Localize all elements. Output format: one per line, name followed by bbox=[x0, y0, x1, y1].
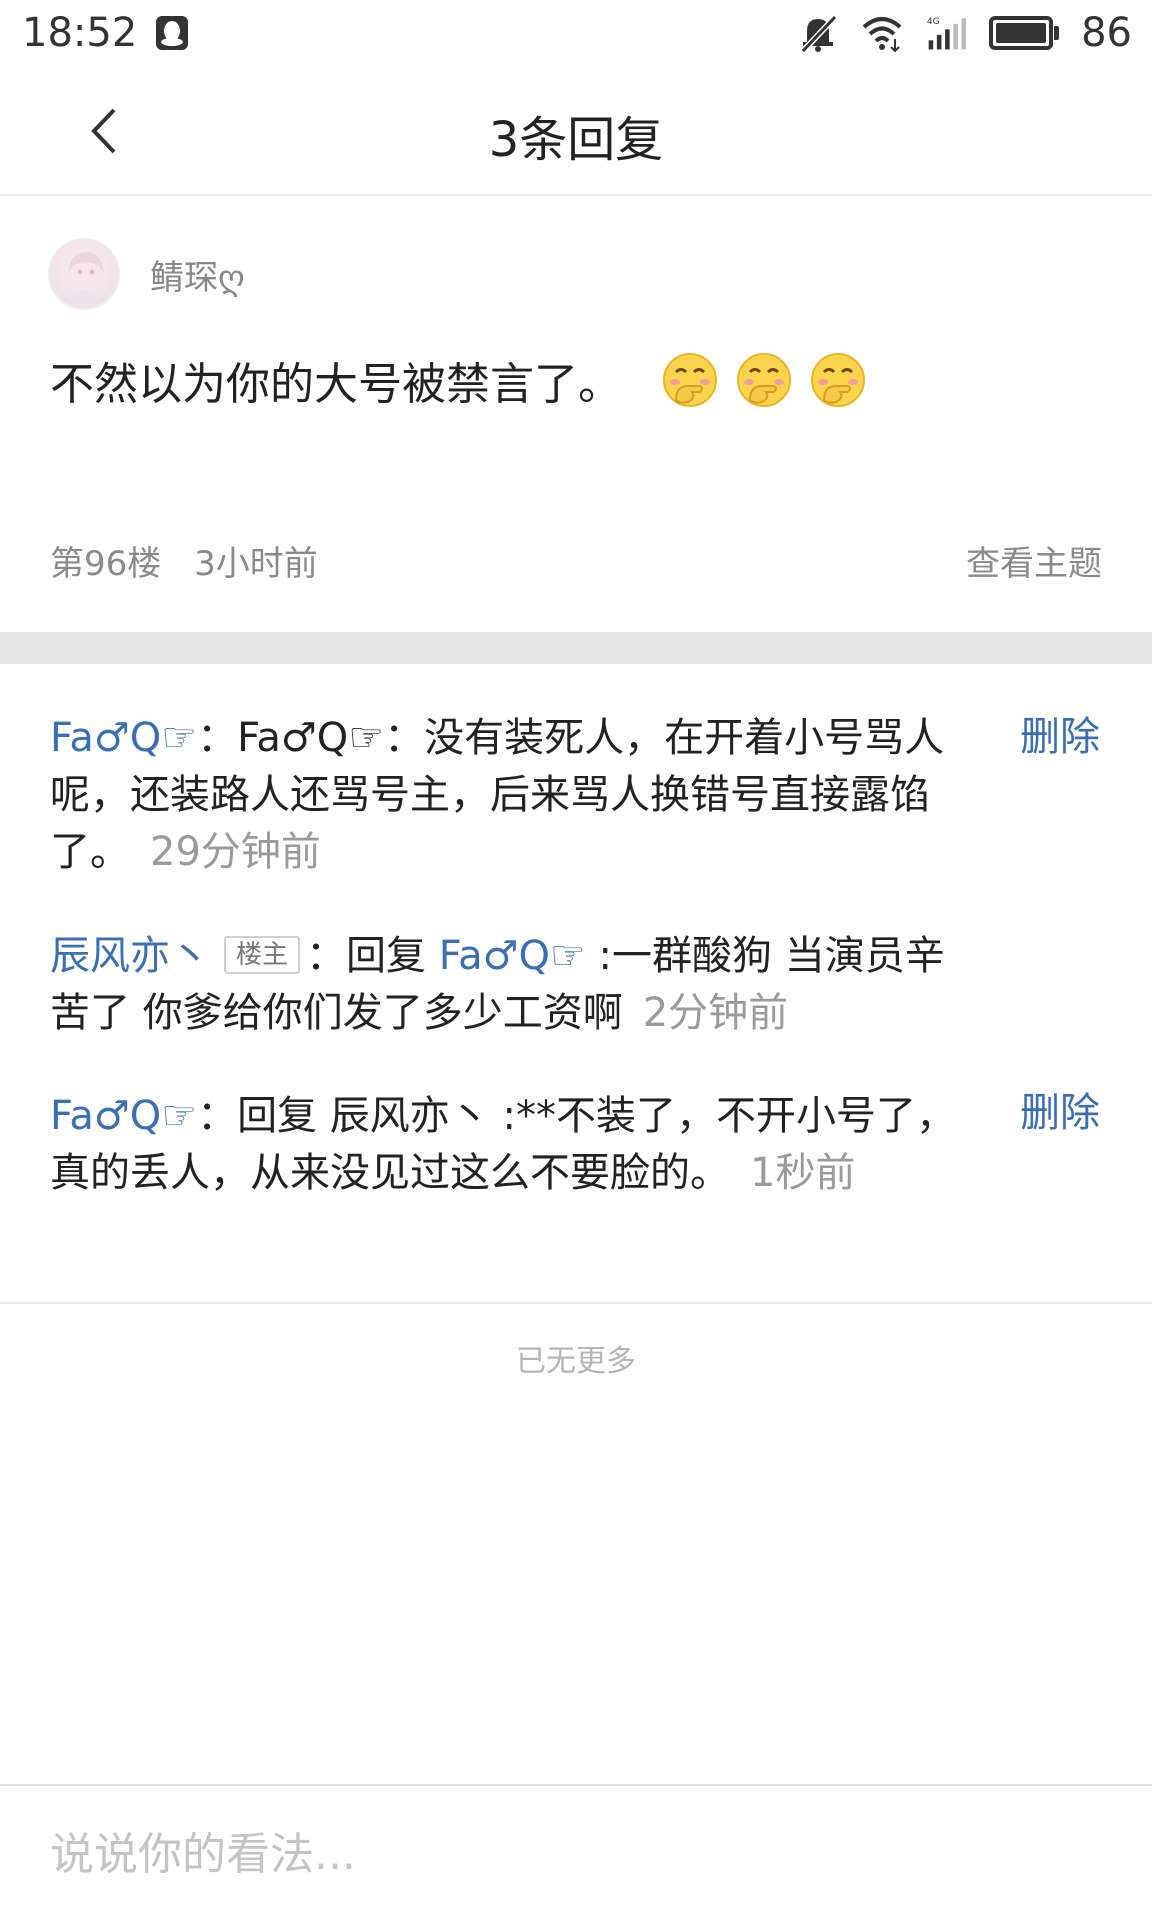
reply-separator: ： bbox=[197, 715, 238, 761]
reply-username[interactable]: 辰风亦丶 bbox=[50, 933, 210, 979]
battery-icon bbox=[989, 16, 1060, 50]
comment-bar: 说说你的看法... bbox=[0, 1784, 1152, 1920]
post-text: 不然以为你的大号被禁言了。 bbox=[50, 359, 622, 410]
reply-time: 1秒前 bbox=[750, 1150, 856, 1196]
post-meta: 第96楼 3小时前 bbox=[50, 536, 318, 585]
reply-time: 29分钟前 bbox=[150, 829, 321, 875]
qq-icon bbox=[156, 16, 189, 50]
post-content: 不然以为你的大号被禁言了。 bbox=[50, 348, 866, 412]
avatar-image bbox=[68, 252, 104, 308]
original-post: 鲭琛ღ 不然以为你的大号被禁言了。 第96楼 3小时前 查看主题 bbox=[0, 198, 1152, 632]
page-title: 3条回复 bbox=[488, 112, 664, 168]
view-topic-link[interactable]: 查看主题 bbox=[966, 536, 1102, 585]
reply-item[interactable]: 辰风亦丶 楼主 ：回复 Fa♂Q☞ :一群酸狗 当演员辛苦了 你爹给你们发了多少工资… bbox=[50, 928, 970, 1042]
emoji-row bbox=[662, 352, 866, 408]
battery-level: 86 bbox=[1081, 10, 1132, 56]
reply-time: 2分钟前 bbox=[642, 990, 789, 1036]
section-divider bbox=[0, 632, 1152, 664]
cover-mouth-emoji-icon bbox=[663, 353, 717, 407]
reply-separator: ： bbox=[197, 1093, 238, 1139]
post-floor: 第96楼 bbox=[50, 544, 162, 584]
post-author[interactable]: 鲭琛ღ bbox=[150, 250, 245, 299]
list-end-divider bbox=[0, 1302, 1152, 1304]
status-time: 18:52 bbox=[22, 10, 138, 56]
status-bar-left: 18:52 bbox=[22, 10, 189, 56]
signal-4g-icon: 4G bbox=[927, 17, 967, 50]
post-time: 3小时前 bbox=[194, 544, 318, 584]
reply-username[interactable]: Fa♂Q☞ bbox=[50, 715, 197, 761]
wifi-icon bbox=[862, 17, 902, 53]
reply-prefix: 回复 bbox=[346, 933, 439, 979]
nav-bar: 3条回复 bbox=[0, 66, 1152, 196]
delete-button[interactable]: 删除 bbox=[1020, 1080, 1100, 1138]
no-more-text: 已无更多 bbox=[516, 1344, 636, 1379]
mute-icon bbox=[800, 14, 838, 53]
comment-input[interactable]: 说说你的看法... bbox=[50, 1818, 356, 1882]
cover-mouth-emoji-icon bbox=[811, 353, 865, 407]
reply-item[interactable]: Fa♂Q☞：回复 辰风亦丶 :**不装了，不开小号了，真的丢人，从来没见过这么不… bbox=[50, 1088, 970, 1202]
reply-to-username[interactable]: Fa♂Q☞ bbox=[439, 933, 586, 979]
owner-badge: 楼主 bbox=[224, 936, 301, 974]
status-bar: 18:52 4G 86 bbox=[0, 0, 1152, 66]
delete-button[interactable]: 删除 bbox=[1020, 704, 1100, 762]
avatar[interactable] bbox=[48, 238, 120, 310]
reply-separator: ： bbox=[306, 933, 347, 979]
reply-item[interactable]: Fa♂Q☞：Fa♂Q☞：没有装死人，在开着小号骂人呢，还装路人还骂号主，后来骂人… bbox=[50, 710, 970, 881]
cover-mouth-emoji-icon bbox=[737, 353, 791, 407]
svg-text:4G: 4G bbox=[927, 17, 940, 27]
reply-username[interactable]: Fa♂Q☞ bbox=[50, 1093, 197, 1139]
status-bar-right: 4G 86 bbox=[797, 10, 1132, 56]
